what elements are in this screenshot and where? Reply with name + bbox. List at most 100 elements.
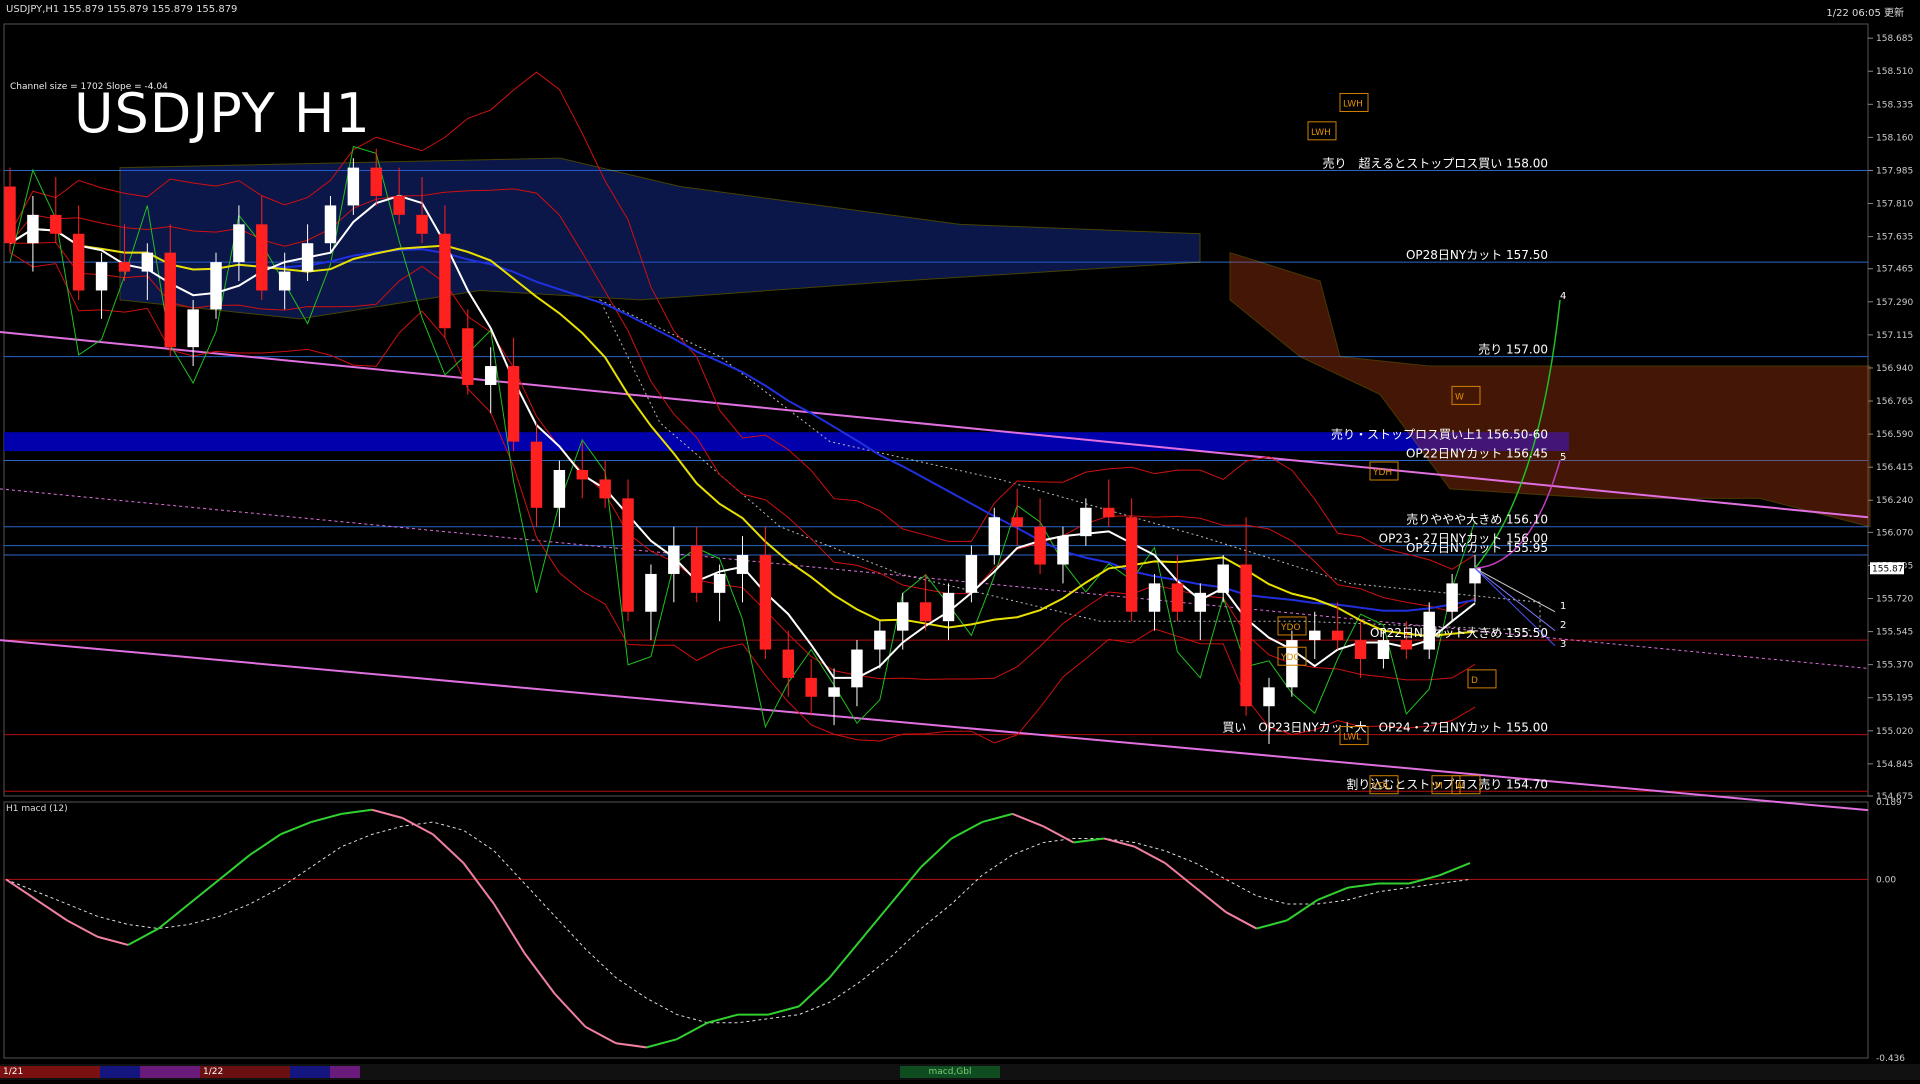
macd-main-segment — [218, 854, 251, 881]
candle-body — [736, 555, 749, 574]
box-text: W — [1455, 782, 1464, 792]
candle-body — [759, 555, 772, 650]
macd-main-segment — [1042, 825, 1074, 844]
candle-body — [622, 498, 634, 612]
macd-main-segment — [402, 817, 434, 836]
chart-window: 158.685 158.510 158.335 158.160 157.985 157.8… — [0, 0, 1920, 1080]
macd-main-segment — [1103, 837, 1135, 848]
box-text: LWL — [1343, 733, 1361, 743]
candle — [851, 640, 863, 707]
candle-body — [462, 328, 474, 385]
candle-body — [1400, 640, 1413, 650]
price-level-label: 売りややや大きめ 156.10 — [1406, 512, 1548, 527]
candle-body — [50, 214, 62, 234]
candle-body — [919, 602, 932, 622]
chart-tab-name[interactable]: macd,Gbl — [900, 1066, 1000, 1078]
macd-main-segment — [707, 1013, 739, 1024]
ichimoku-cloud-past — [119, 157, 1201, 320]
macd-main-segment — [920, 837, 953, 868]
candle — [1148, 573, 1161, 631]
current-price-tag: 155.879 — [1870, 562, 1909, 575]
macd-main-segment — [1347, 882, 1379, 889]
candle — [897, 592, 909, 650]
y-tick-label: 158.685 — [1876, 34, 1913, 44]
box-text: W — [1455, 392, 1464, 402]
box-text: YDH — [1372, 468, 1392, 478]
candle-body — [95, 262, 108, 291]
macd-tick-label: -0.436 — [1876, 1054, 1905, 1064]
chart-canvas[interactable]: 158.685 158.510 158.335 158.160 157.985 157.8… — [0, 0, 1920, 1080]
candle — [690, 526, 703, 603]
bollinger-lower — [9, 252, 1476, 744]
box-text: D — [1471, 676, 1478, 686]
macd-main-segment — [859, 903, 892, 942]
macd-main-segment — [615, 1042, 647, 1049]
macd-main-segment — [127, 927, 159, 946]
candle — [210, 252, 222, 319]
candle-body — [713, 573, 726, 593]
candle-body — [4, 186, 16, 244]
candle — [645, 564, 657, 641]
candle-body — [942, 592, 955, 622]
box-label: LWH — [1307, 121, 1337, 141]
tab-color-block[interactable] — [290, 1066, 330, 1078]
y-tick-label: 157.985 — [1876, 166, 1913, 176]
candle — [27, 195, 39, 272]
candle-body — [187, 309, 199, 348]
y-tick-label: 155.545 — [1876, 628, 1913, 638]
candle-body — [690, 545, 703, 593]
candle-body — [576, 470, 588, 480]
candle-body — [1446, 583, 1458, 612]
price-level-label: OP22日NYカット 156.45 — [1406, 447, 1548, 461]
candle-body — [805, 677, 817, 697]
macd-signal-line — [5, 821, 1471, 1024]
candle-body — [1080, 507, 1092, 537]
macd-main-segment — [1286, 899, 1319, 922]
candle-body — [507, 366, 520, 442]
candle — [95, 252, 108, 319]
tab-1-21[interactable]: 1/21 — [0, 1066, 100, 1078]
y-tick-label: 157.465 — [1876, 265, 1913, 275]
candle-body — [1103, 507, 1115, 518]
box-label: D — [1467, 669, 1497, 689]
tab-color-block[interactable] — [140, 1066, 200, 1078]
macd-main-segment — [889, 866, 922, 905]
macd-main-segment — [523, 952, 556, 995]
macd-main-segment — [1134, 845, 1166, 864]
tab-color-block[interactable] — [330, 1066, 360, 1078]
candle — [72, 205, 85, 300]
channel-mid-line — [0, 488, 1869, 669]
candle-body — [1171, 583, 1184, 612]
ichimoku-cloud-mid — [598, 298, 1541, 632]
candle-body — [645, 573, 657, 612]
candle — [1286, 630, 1298, 697]
candle — [462, 309, 474, 395]
macd-main-segment — [951, 821, 983, 840]
tab-1-22[interactable]: 1/22 — [200, 1066, 290, 1078]
candle — [1171, 555, 1184, 622]
projection-label: 2 — [1560, 620, 1566, 631]
candle-body — [1377, 640, 1390, 659]
macd-main-segment — [493, 903, 526, 954]
candle — [1034, 498, 1046, 574]
box-text: YDL — [1372, 782, 1390, 792]
macd-main-segment — [66, 919, 98, 938]
candle-body — [988, 517, 1001, 556]
macd-panel-frame — [3, 801, 1869, 1059]
candle-body — [553, 470, 566, 508]
y-tick-label: 157.635 — [1876, 233, 1913, 243]
price-level-label: OP28日NYカット 157.50 — [1406, 248, 1548, 262]
macd-main-segment — [798, 976, 831, 1008]
candle-body — [965, 555, 978, 593]
price-level-label: 売り 157.00 — [1478, 342, 1548, 357]
tab-color-block[interactable] — [100, 1066, 140, 1078]
macd-panel-label: H1 macd (12) — [6, 804, 68, 814]
macd-main-segment — [1225, 911, 1257, 930]
candle-body — [393, 195, 405, 215]
projection-label: 3 — [1560, 639, 1566, 650]
candle-body — [782, 649, 795, 678]
macd-main-segment — [1012, 812, 1044, 828]
macd-main-segment — [1439, 862, 1471, 877]
box-text: YDC — [1280, 653, 1300, 663]
candle — [1354, 621, 1367, 678]
